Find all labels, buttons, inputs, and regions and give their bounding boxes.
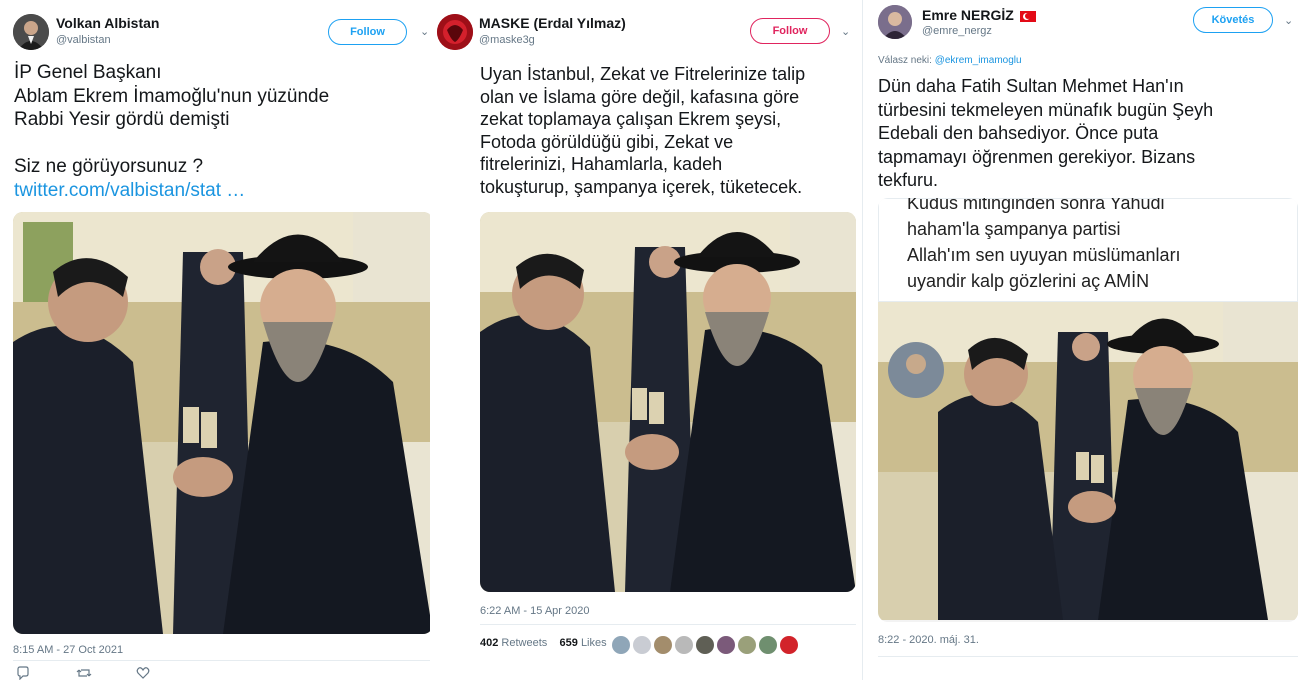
author-name[interactable]: MASKE (Erdal Yılmaz) [479, 15, 626, 31]
text-line: Edebali den bahsediyor. Önce puta [878, 123, 1159, 143]
tweet-stats: 402 Retweets 659 Likes [480, 637, 607, 649]
like-count[interactable]: 659 [560, 637, 578, 649]
liker-avatar[interactable] [696, 636, 714, 654]
tweet-text: Uyan İstanbul, Zekat ve Fitrelerinize ta… [480, 63, 805, 198]
quote-line: Kudüs mitinginden sonra Yahudi [907, 198, 1165, 213]
tweet-text: İP Genel Başkanı Ablam Ekrem İmamoğlu'nu… [14, 61, 329, 202]
reply-prefix: Válasz neki: [878, 55, 932, 66]
tweet-photo[interactable]: Kudüs mitinginden sonra Yahudi haham'la … [878, 198, 1298, 622]
tweet-volkan: Volkan Albistan @valbistan Follow ⌄ İP G… [0, 0, 446, 680]
text-line: tapmamayı öğrenmen gerekiyor. Bizans [878, 146, 1196, 167]
liker-avatar[interactable] [780, 636, 798, 654]
retweet-count[interactable]: 402 [480, 637, 498, 649]
tweet-photo[interactable] [480, 212, 856, 592]
author-name[interactable]: Emre NERGİZ [922, 7, 1036, 23]
column-divider [862, 0, 863, 680]
like-icon[interactable] [136, 666, 150, 680]
text-line: tokuşturup, şampanya içerek, tüketecek. [480, 176, 803, 197]
flag-icon [1019, 10, 1036, 22]
quote-line: Allah'ım sen uyuyan müslümanları [907, 245, 1181, 265]
author-handle[interactable]: @valbistan [56, 34, 111, 46]
avatar[interactable] [13, 14, 49, 50]
liker-avatar[interactable] [612, 636, 630, 654]
retweet-icon[interactable] [76, 666, 92, 680]
chevron-down-icon[interactable]: ⌄ [1284, 14, 1293, 27]
text-line: Dün daha Fatih Sultan Mehmet Han'ın [878, 76, 1184, 96]
tweet-maske-body: MASKE (Erdal Yılmaz) @maske3g Follow ⌄ U… [430, 0, 862, 680]
liker-avatar[interactable] [675, 636, 693, 654]
author-name-text[interactable]: Emre NERGİZ [922, 7, 1014, 23]
text-line: Siz ne görüyorsunuz ? [14, 156, 204, 177]
quote-line: uyandir kalp gözlerini aç AMİN [907, 271, 1150, 291]
text-line: fitrelerinizi, Hahamlarla, kadeh [480, 154, 723, 174]
divider-line [878, 656, 1298, 657]
follow-button[interactable]: Követés [1193, 7, 1273, 33]
reply-to: Válasz neki: @ekrem_imamoglu [878, 55, 1022, 66]
text-line: tekfuru. [878, 170, 939, 190]
liker-avatar[interactable] [738, 636, 756, 654]
text-line: türbesini tekmeleyen münafık bugün Şeyh [878, 99, 1214, 120]
avatar[interactable] [878, 5, 912, 39]
chevron-down-icon[interactable]: ⌄ [420, 25, 429, 38]
timestamp[interactable]: 6:22 AM - 15 Apr 2020 [480, 605, 589, 617]
text-line: Rabbi Yesir gördü demişti [14, 109, 230, 130]
liker-avatar[interactable] [759, 636, 777, 654]
liker-avatars [612, 636, 798, 654]
tweet-emre: Emre NERGİZ @emre_nergz Követés ⌄ Válasz… [868, 0, 1308, 680]
follow-button[interactable]: Follow [328, 19, 407, 45]
avatar[interactable] [437, 14, 473, 50]
author-handle[interactable]: @maske3g [479, 34, 535, 46]
text-line: zekat toplamaya çalışan Ekrem şeysi, [480, 109, 782, 129]
liker-avatar[interactable] [654, 636, 672, 654]
author-name[interactable]: Volkan Albistan [56, 15, 159, 31]
quote-line: haham'la şampanya partisi [907, 219, 1121, 239]
retweets-label[interactable]: Retweets [501, 637, 547, 649]
text-line: İP Genel Başkanı [14, 62, 162, 83]
text-line: Fotoda görüldüğü gibi, Zekat ve [480, 131, 734, 152]
text-line: Ablam Ekrem İmamoğlu'nun yüzünde [14, 85, 330, 107]
author-handle[interactable]: @emre_nergz [922, 25, 992, 37]
chevron-down-icon[interactable]: ⌄ [841, 25, 850, 38]
reply-handle[interactable]: @ekrem_imamoglu [935, 55, 1022, 66]
tweet-photo[interactable] [13, 212, 433, 634]
tweet-link[interactable]: twitter.com/valbistan/stat … [14, 179, 329, 203]
likes-label[interactable]: Likes [581, 637, 607, 649]
timestamp[interactable]: 8:22 - 2020. máj. 31. [878, 634, 979, 646]
reply-icon[interactable] [16, 666, 30, 680]
follow-button[interactable]: Follow [750, 18, 830, 44]
liker-avatar[interactable] [633, 636, 651, 654]
liker-avatar[interactable] [717, 636, 735, 654]
timestamp[interactable]: 8:15 AM - 27 Oct 2021 [13, 644, 123, 656]
divider-line [480, 624, 856, 625]
text-line [14, 132, 329, 156]
divider-line [13, 660, 433, 661]
tweet-text: Dün daha Fatih Sultan Mehmet Han'ın türb… [878, 75, 1213, 193]
quote-text-card: Kudüs mitinginden sonra Yahudi haham'la … [878, 198, 1298, 302]
text-line: Uyan İstanbul, Zekat ve Fitrelerinize ta… [480, 64, 806, 84]
text-line: olan ve İslama göre değil, kafasına göre [480, 86, 800, 107]
